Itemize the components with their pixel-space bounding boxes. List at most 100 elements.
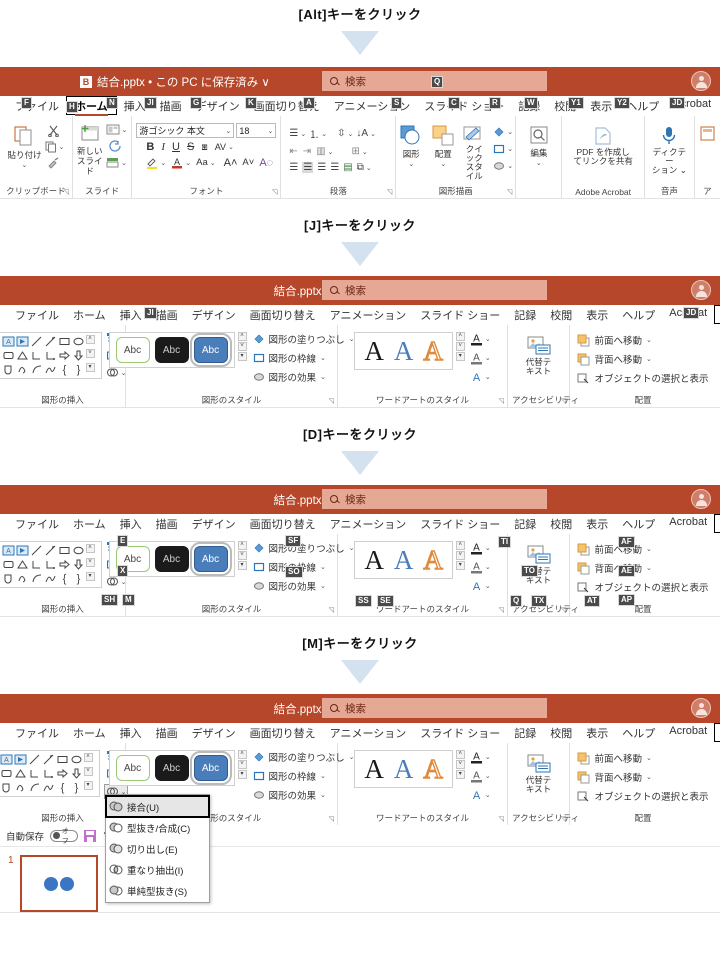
text-fill-button-4[interactable]: A ⌄ — [470, 750, 491, 764]
tab-file[interactable]: ファイル — [8, 96, 66, 114]
strikethrough-button[interactable]: S — [187, 141, 194, 153]
tab-design[interactable]: デザイン — [185, 305, 243, 323]
tab-draw[interactable]: 描画 — [149, 723, 185, 741]
menu-item-intersect[interactable]: 重なり抽出(I) — [106, 859, 209, 880]
shapes-gallery-3[interactable]: A ˄ ˅ {} ▾ — [0, 541, 102, 588]
send-backward-menu-2[interactable]: 背面へ移動 ⌄ — [577, 352, 708, 366]
tab-file[interactable]: ファイル — [8, 723, 66, 741]
tab-draw[interactable]: 描画 — [153, 96, 189, 114]
gallery-more[interactable]: ▾ — [83, 781, 93, 790]
wordart-scroll-up[interactable]: ˄ — [455, 332, 465, 341]
underline-button[interactable]: U — [172, 141, 180, 153]
columns2-button[interactable]: ▤ — [343, 162, 352, 173]
alt-text-button-4[interactable]: 代替テ キスト — [525, 753, 553, 794]
slide-thumbnail-1[interactable] — [19, 855, 98, 912]
accessibility-dialog-launcher[interactable]: ◹ — [561, 815, 566, 823]
tab-animations[interactable]: アニメーション — [323, 305, 414, 323]
character-spacing-button[interactable]: AV ⌄ — [215, 142, 234, 152]
clear-formatting-button[interactable]: A◌ — [259, 157, 273, 169]
document-title-1[interactable]: 結合.pptx • この PC に保存済み ∨ — [97, 74, 270, 90]
accessibility-dialog-launcher[interactable]: ◹ — [561, 606, 566, 614]
wordart-gallery-2[interactable]: A A A — [354, 332, 453, 370]
wordart-more[interactable]: ▾ — [455, 770, 465, 779]
clipboard-dialog-launcher[interactable]: ◹ — [63, 188, 68, 196]
tab-help[interactable]: ヘルプ — [615, 514, 662, 532]
tab-acrobat[interactable]: Acrobat — [662, 723, 714, 737]
tab-view[interactable]: 表示 — [579, 723, 615, 741]
layout-button[interactable]: ⌄ — [106, 124, 127, 135]
decrease-font-size-button[interactable]: A˅ — [242, 157, 254, 168]
tab-view[interactable]: 表示 — [583, 96, 619, 114]
wordart-scroll-up[interactable]: ˄ — [455, 541, 465, 550]
shape-styles-dialog-launcher[interactable]: ◹ — [329, 397, 334, 405]
styles-scroll-up[interactable]: ˄ — [237, 750, 247, 759]
tab-record[interactable]: 記録 — [507, 514, 543, 532]
shape-styles-dialog-launcher[interactable]: ◹ — [329, 815, 334, 823]
tab-insert[interactable]: 挿入 — [113, 723, 149, 741]
gallery-scroll-down[interactable]: ˅ — [83, 767, 93, 776]
account-avatar-2[interactable] — [691, 280, 711, 300]
font-size-combo[interactable]: 18 ⌄ — [236, 123, 277, 138]
copy-button[interactable]: ⌄ — [45, 141, 64, 153]
tab-animations[interactable]: アニメーション — [327, 96, 418, 114]
wordart-gallery-4[interactable]: A A A — [354, 750, 453, 788]
align-text-button[interactable]: ⊞ ⌄ — [352, 146, 368, 157]
change-case-button[interactable]: Aa ⌄ — [196, 157, 216, 168]
selection-pane-button-4[interactable]: オブジェクトの選択と表示 — [577, 789, 709, 803]
autosave-toggle[interactable]: オフ — [50, 828, 79, 845]
shape-fill-button[interactable]: ⌄ — [493, 126, 513, 138]
tab-help[interactable]: ヘルプ — [615, 305, 662, 323]
bullets-button[interactable]: ☰ ⌄ — [289, 128, 306, 139]
align-center-button[interactable]: ☰ — [302, 162, 314, 173]
font-color-button[interactable]: A ⌄ — [171, 156, 191, 169]
wordart-scroll-down[interactable]: ˅ — [455, 760, 465, 769]
styles-scroll-up[interactable]: ˄ — [237, 541, 247, 550]
create-pdf-button[interactable]: PDF を作成し てリンクを共有 — [573, 125, 633, 166]
merge-shapes-dropdown[interactable]: 接合(U) 型抜き/合成(C) 切り出し(E) 重なり抽出(I) 単純型抜き(S… — [105, 794, 210, 903]
tab-home[interactable]: ホーム — [66, 305, 113, 323]
convert-smartart-button[interactable]: ⧉ ⌄ — [357, 162, 372, 173]
tab-review[interactable]: 校閲 — [543, 723, 579, 741]
columns-button[interactable]: ▥ ⌄ — [316, 146, 333, 157]
tab-record[interactable]: 記録 — [507, 305, 543, 323]
tab-transitions[interactable]: 画面切り替え — [247, 96, 327, 114]
tab-transitions[interactable]: 画面切り替え — [243, 723, 323, 741]
shapes-gallery-2[interactable]: A ˄ ˅ {} ▾ — [0, 332, 102, 379]
format-painter-icon[interactable] — [47, 157, 61, 169]
gallery-scroll-up[interactable]: ˄ — [85, 544, 95, 553]
align-left-button[interactable]: ☰ — [289, 162, 298, 173]
increase-font-size-button[interactable]: A˄ — [224, 157, 238, 169]
text-outline-button-2[interactable]: A ⌄ — [470, 351, 491, 365]
dictate-button[interactable]: ディクテー ション ⌄ — [649, 125, 690, 175]
gallery-scroll-down[interactable]: ˅ — [85, 349, 95, 358]
tab-insert[interactable]: 挿入 — [113, 305, 149, 323]
alt-text-button-2[interactable]: 代替テ キスト — [525, 335, 553, 376]
styles-more[interactable]: ▾ — [237, 770, 247, 779]
tab-view[interactable]: 表示 — [579, 305, 615, 323]
shape-styles-gallery-4[interactable]: Abc Abc Abc — [108, 750, 235, 786]
wordart-dialog-launcher[interactable]: ◹ — [499, 606, 504, 614]
tab-review[interactable]: 校閲 — [543, 514, 579, 532]
tab-shape-format[interactable]: 図形の書式 — [714, 305, 720, 324]
shape-styles-gallery-3[interactable]: Abc Abc Abc — [108, 541, 235, 577]
decrease-indent-button[interactable]: ⇤ — [289, 146, 297, 157]
paragraph-dialog-launcher[interactable]: ◹ — [387, 188, 392, 196]
selection-pane-button-3[interactable]: オブジェクトの選択と表示 — [577, 580, 709, 594]
search-box-2[interactable]: 検索 — [322, 280, 547, 300]
arrange-button[interactable]: 配置 ⌄ — [431, 124, 455, 168]
line-spacing-button[interactable]: ⇳ ⌄ — [337, 128, 353, 139]
tab-insert[interactable]: 挿入 — [113, 514, 149, 532]
tab-shape-format[interactable]: 図形の書式 — [714, 514, 720, 533]
editing-button[interactable]: 編集 ⌄ — [527, 125, 551, 167]
reset-icon[interactable] — [109, 140, 123, 152]
tab-transitions[interactable]: 画面切り替え — [243, 514, 323, 532]
wordart-scroll-down[interactable]: ˅ — [455, 342, 465, 351]
tab-draw[interactable]: 描画 — [149, 305, 185, 323]
shape-styles-dialog-launcher[interactable]: ◹ — [329, 606, 334, 614]
quick-styles-button[interactable]: クイック スタイル — [462, 124, 486, 181]
text-shadow-button[interactable]: ⧆ — [201, 142, 207, 153]
drawing-dialog-launcher[interactable]: ◹ — [507, 188, 512, 196]
tab-review[interactable]: 校閲 — [547, 96, 583, 114]
styles-scroll-down[interactable]: ˅ — [237, 760, 247, 769]
alt-text-button-3[interactable]: 代替テ キスト — [525, 544, 553, 585]
